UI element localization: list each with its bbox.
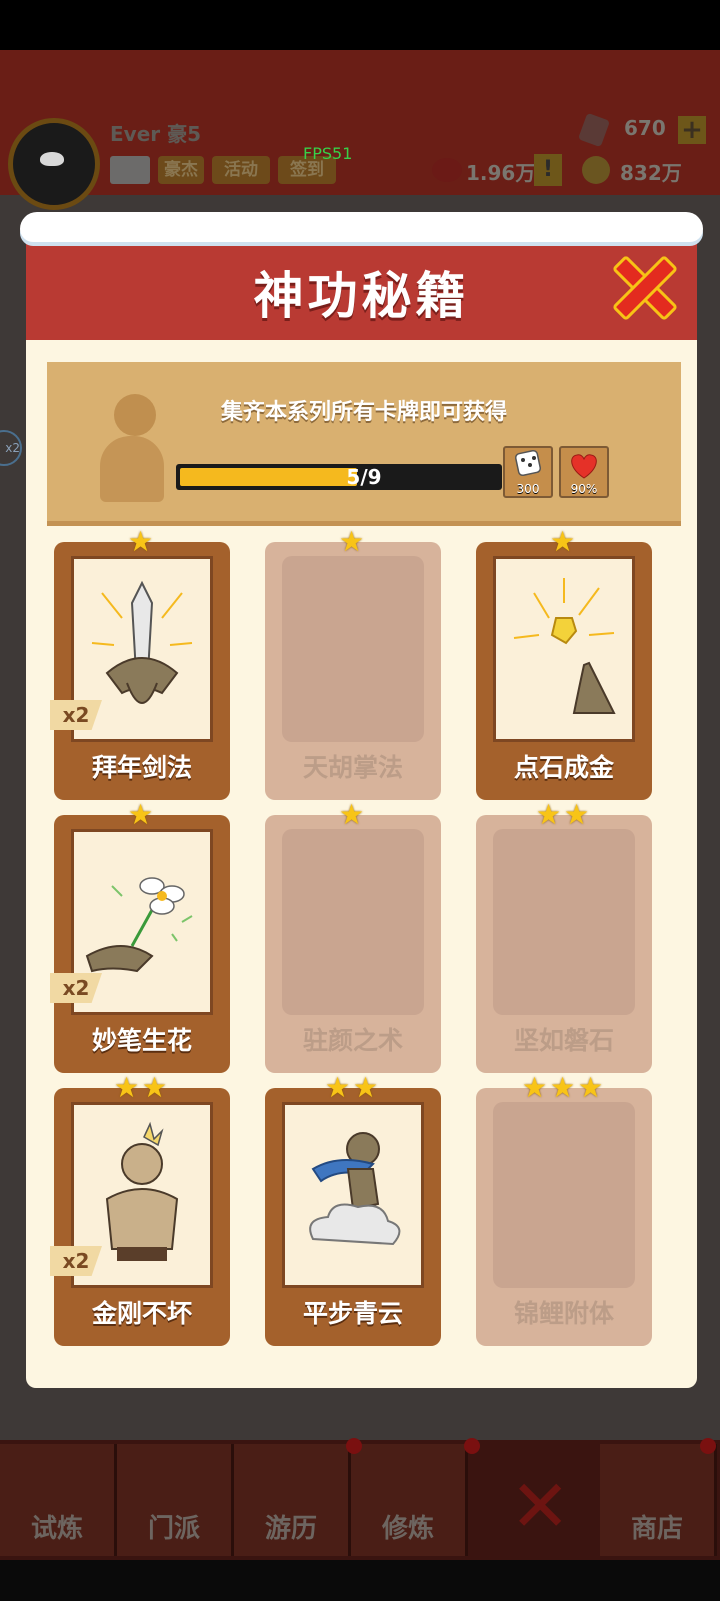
snow-decoration [20, 212, 703, 242]
card-placeholder [282, 829, 424, 1015]
system-bar [0, 1560, 720, 1601]
power-icon [432, 158, 462, 182]
star-icon: ★ [564, 798, 590, 831]
nav-label-travel: 游历 [264, 1514, 317, 1544]
card-item[interactable]: 锦鲤附体 ★ ★ ★ [476, 1074, 652, 1346]
star-icon: ★ [550, 1071, 576, 1104]
nav-label-shop: 商店 [630, 1514, 683, 1544]
card-name: 平步青云 [302, 1299, 403, 1328]
card-placeholder [282, 556, 424, 742]
card-item[interactable]: 金刚不坏 ★ ★ x2 [50, 1074, 230, 1346]
card-name: 妙笔生花 [91, 1026, 192, 1055]
fps-counter: FPS51 [303, 144, 353, 163]
card-item[interactable]: 妙笔生花 ★ x2 [50, 801, 230, 1073]
notification-dot [346, 1438, 362, 1454]
card-name: 点石成金 [513, 753, 614, 782]
card-placeholder [493, 1102, 635, 1288]
card-artwork [282, 1102, 424, 1288]
heroes-button[interactable]: 豪杰 [158, 156, 204, 184]
gold-finger-icon [504, 573, 624, 727]
card-name: 拜年剑法 [91, 753, 192, 782]
star-icon: ★ [325, 1071, 351, 1104]
star-icon: ★ [142, 1071, 168, 1104]
events-button[interactable]: 活动 [212, 156, 270, 184]
star-icon: ★ [353, 1071, 379, 1104]
card-item[interactable]: 平步青云 ★ ★ [265, 1074, 441, 1346]
mail-icon[interactable] [110, 156, 150, 184]
card-item[interactable]: 驻颜之术 ★ [265, 801, 441, 1073]
nav-label-trial: 试炼 [30, 1514, 83, 1544]
card-item[interactable]: 天胡掌法 ★ [265, 528, 441, 800]
warning-icon[interactable]: ! [534, 154, 562, 186]
coin-icon [582, 156, 610, 184]
card-name: 驻颜之术 [302, 1026, 403, 1055]
card-placeholder [493, 829, 635, 1015]
card-name: 金刚不坏 [91, 1299, 192, 1328]
card-name: 坚如磐石 [513, 1026, 614, 1055]
star-icon: ★ [339, 798, 365, 831]
star-icon: ★ [339, 525, 365, 558]
card-item[interactable]: 坚如磐石 ★ ★ [476, 801, 652, 1073]
card-item[interactable]: 拜年剑法 ★ x2 [50, 528, 230, 800]
star-icon: ★ [578, 1071, 604, 1104]
star-icon: ★ [536, 798, 562, 831]
add-gem-button[interactable]: + [678, 116, 706, 144]
card-artwork [493, 556, 635, 742]
player-name: Ever 豪5 [110, 122, 202, 146]
card-item[interactable]: 点石成金 ★ [476, 528, 652, 800]
star-icon: ★ [522, 1071, 548, 1104]
progress-text: 5/9 [346, 465, 382, 489]
card-name: 锦鲤附体 [513, 1299, 614, 1328]
gem-count: 670 [624, 116, 666, 140]
set-description: 集齐本系列所有卡牌即可获得 [220, 400, 507, 425]
nav-label-sect: 门派 [147, 1514, 200, 1544]
reward-heart-value: 90% [570, 482, 598, 496]
reward-dice-value: 300 [516, 482, 540, 496]
card-name: 天胡掌法 [302, 753, 403, 782]
notification-dot [700, 1438, 716, 1454]
dice-icon [514, 449, 542, 477]
heart-icon [571, 454, 597, 479]
star-icon: ★ [128, 798, 154, 831]
nav-label-train: 修炼 [381, 1514, 434, 1544]
star-icon: ★ [114, 1071, 140, 1104]
top-bar [0, 50, 720, 195]
cloud-rider-icon [293, 1119, 413, 1273]
modal-title: 神功秘籍 [253, 267, 470, 325]
coin-count: 832万 [620, 161, 682, 185]
avatar-eye [40, 152, 64, 166]
nav-close-icon[interactable]: ✕ [510, 1470, 570, 1542]
star-icon: ★ [128, 525, 154, 558]
close-button[interactable] [611, 254, 679, 322]
power-value: 1.96万 [466, 161, 536, 185]
star-icon: ★ [550, 525, 576, 558]
cloud-icon [100, 436, 164, 502]
notification-dot [464, 1438, 480, 1454]
